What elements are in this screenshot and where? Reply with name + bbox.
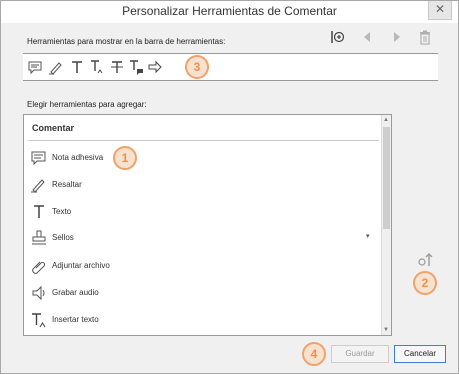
highlight-pen-icon[interactable] bbox=[48, 59, 64, 75]
list-item-label: Insertar texto bbox=[52, 315, 99, 324]
add-to-toolbar-button[interactable] bbox=[416, 251, 434, 269]
list-item[interactable]: Insertar texto bbox=[30, 311, 370, 333]
text-icon bbox=[34, 205, 44, 218]
toolbar-controls bbox=[328, 28, 436, 46]
close-icon: ✕ bbox=[434, 2, 446, 16]
selected-tools-bar bbox=[23, 53, 438, 81]
list-item[interactable]: Adjuntar archivo bbox=[30, 257, 370, 279]
list-item[interactable]: Nota adhesiva bbox=[30, 149, 370, 171]
strikethrough-text-icon[interactable] bbox=[109, 59, 125, 75]
list-item-label: Sellos bbox=[52, 233, 74, 242]
arrow-icon[interactable] bbox=[147, 59, 163, 75]
add-separator-icon bbox=[331, 31, 345, 43]
group-header: Comentar bbox=[32, 123, 75, 133]
scroll-up-icon[interactable]: ▲ bbox=[383, 117, 389, 123]
move-up-icon bbox=[418, 253, 433, 266]
callout-badge-3: 3 bbox=[185, 55, 209, 79]
vertical-scrollbar[interactable]: ▲ ▼ bbox=[381, 115, 391, 335]
stamp-icon bbox=[32, 230, 46, 245]
close-button[interactable]: ✕ bbox=[428, 1, 452, 20]
callout-badge-4: 4 bbox=[302, 342, 326, 366]
scroll-thumb[interactable] bbox=[383, 127, 390, 229]
replace-text-icon[interactable] bbox=[128, 59, 144, 75]
text-icon[interactable] bbox=[69, 59, 85, 75]
add-separator-button[interactable] bbox=[328, 28, 346, 46]
divider bbox=[28, 140, 379, 141]
highlight-pen-icon bbox=[31, 179, 45, 193]
sticky-note-icon bbox=[31, 151, 46, 166]
move-left-button[interactable] bbox=[358, 28, 376, 46]
list-item-label: Adjuntar archivo bbox=[52, 261, 110, 270]
save-button[interactable]: Guardar bbox=[331, 345, 389, 363]
insert-text-icon bbox=[32, 313, 46, 328]
toolbar-tools-label: Herramientas para mostrar en la barra de… bbox=[27, 37, 226, 46]
list-item[interactable]: Grabar audio bbox=[30, 284, 370, 306]
move-right-icon bbox=[394, 32, 400, 42]
list-item[interactable]: Texto bbox=[30, 203, 370, 225]
trash-icon bbox=[420, 30, 430, 45]
list-item[interactable]: Resaltar bbox=[30, 176, 370, 198]
callout-badge-1: 1 bbox=[113, 146, 137, 170]
list-item[interactable]: Sellos ▾ bbox=[30, 229, 370, 251]
speaker-icon bbox=[32, 285, 45, 301]
insert-text-icon[interactable] bbox=[89, 59, 105, 75]
expand-arrow-icon[interactable]: ▾ bbox=[366, 232, 370, 240]
scroll-down-icon[interactable]: ▼ bbox=[383, 327, 389, 333]
list-item-label: Grabar audio bbox=[52, 288, 99, 297]
list-item-label: Resaltar bbox=[52, 180, 82, 189]
dialog-title: Personalizar Herramientas de Comentar bbox=[122, 4, 337, 18]
paperclip-icon bbox=[32, 261, 46, 274]
title-bar: Personalizar Herramientas de Comentar ✕ bbox=[1, 1, 458, 23]
customize-tools-dialog: Personalizar Herramientas de Comentar ✕ … bbox=[0, 0, 459, 374]
cancel-button[interactable]: Cancelar bbox=[394, 345, 446, 363]
add-tools-label: Elegir herramientas para agregar: bbox=[27, 100, 147, 109]
tools-list: Comentar Nota adhesiva Resaltar Texto Se… bbox=[23, 114, 392, 336]
move-right-button[interactable] bbox=[388, 28, 406, 46]
sticky-note-icon[interactable] bbox=[27, 59, 43, 75]
list-item-label: Nota adhesiva bbox=[52, 153, 104, 162]
callout-badge-2: 2 bbox=[413, 271, 437, 295]
delete-button[interactable] bbox=[416, 28, 434, 46]
list-item-label: Texto bbox=[52, 207, 72, 216]
move-left-icon bbox=[364, 32, 370, 42]
